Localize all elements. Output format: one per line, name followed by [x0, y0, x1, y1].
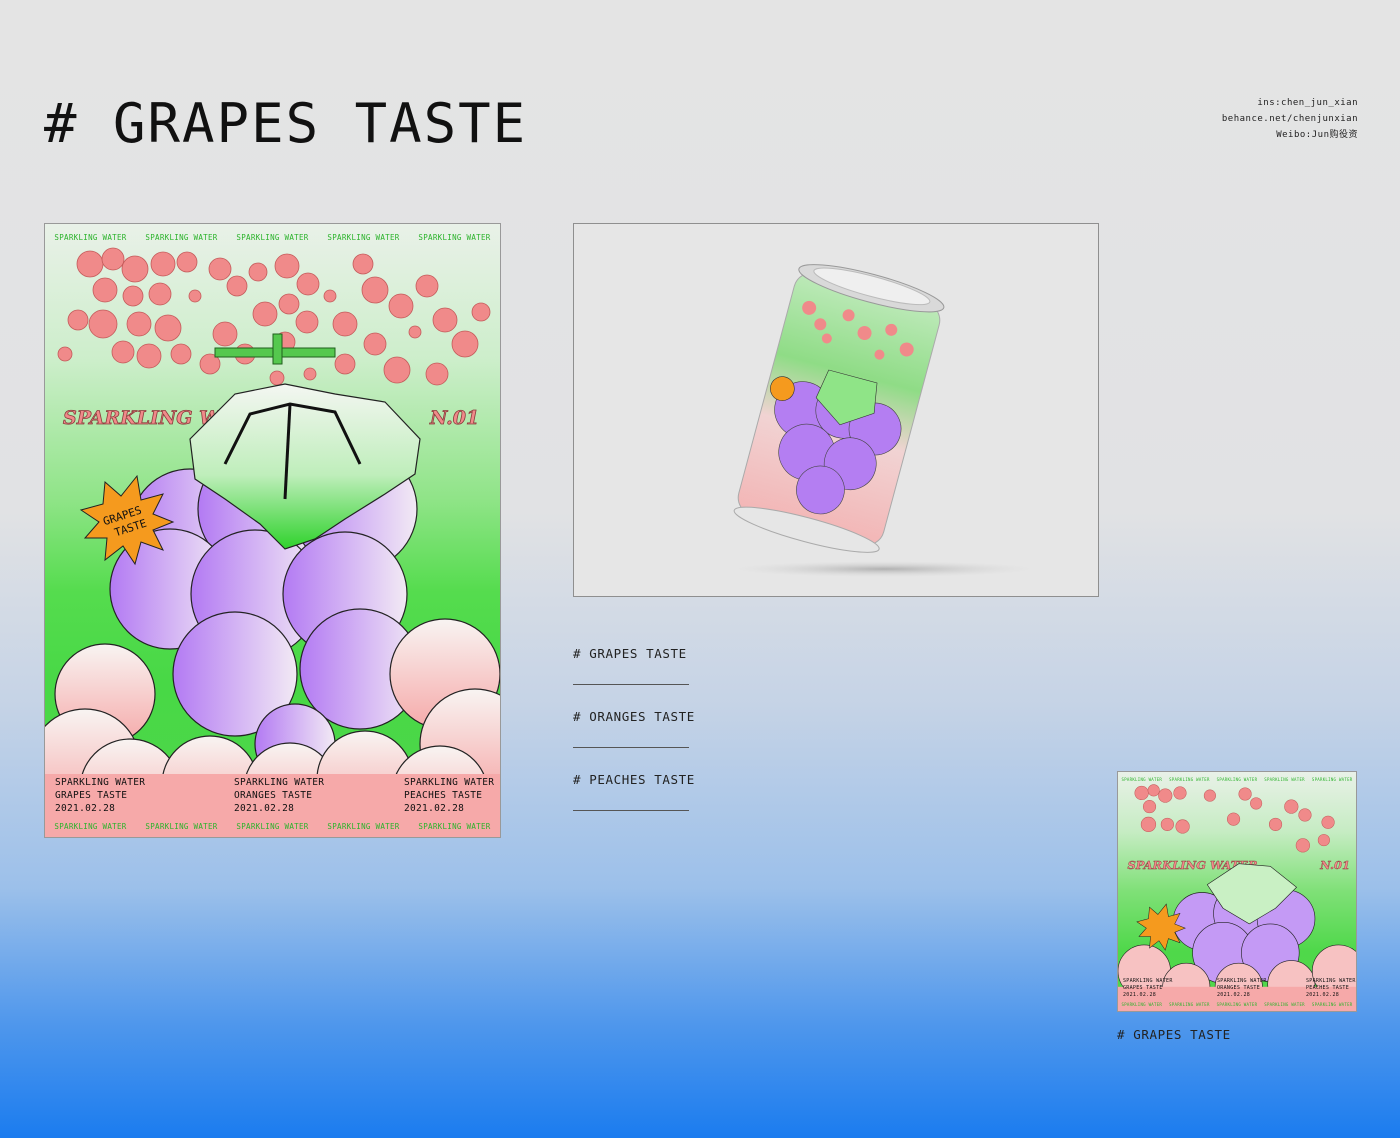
- credit-weibo[interactable]: Weibo:Jun购役资: [1222, 127, 1358, 143]
- menu-item-oranges[interactable]: # ORANGES TASTE: [573, 707, 694, 770]
- credits: ins:chen_jun_xian behance.net/chenjunxia…: [1222, 95, 1358, 143]
- thumb-bottom-strip: SPARKLING WATER SPARKLING WATER SPARKLING…: [1121, 1002, 1353, 1007]
- strip-label: SPARKLING WATER: [54, 822, 127, 831]
- poster-caption-peaches: SPARKLING WATER PEACHES TASTE 2021.02.28: [404, 777, 495, 814]
- can-mockup: [733, 264, 1034, 577]
- credit-instagram[interactable]: ins:chen_jun_xian: [1222, 95, 1358, 111]
- poster-artwork[interactable]: SPARKLING WATER SPARKLING WATER SPARKLIN…: [44, 223, 501, 838]
- menu-item-grapes[interactable]: # GRAPES TASTE: [573, 644, 689, 707]
- can-mockup-frame[interactable]: [573, 223, 1099, 597]
- credit-behance[interactable]: behance.net/chenjunxian: [1222, 111, 1358, 127]
- thumbnail-label: # GRAPES TASTE: [1117, 1027, 1231, 1042]
- strip-label: SPARKLING WATER: [145, 822, 218, 831]
- poster-bottom-strip: SPARKLING WATER SPARKLING WATER SPARKLIN…: [45, 822, 500, 831]
- poster-illustration: SPARKLING WATER N.01 GRAPES TASTE: [45, 247, 500, 837]
- strip-label: SPARKLING WATER: [236, 822, 309, 831]
- poster-caption-oranges: SPARKLING WATER ORANGES TASTE 2021.02.28: [234, 777, 325, 814]
- thumb-caption-oranges: SPARKLING WATER ORANGES TASTE 2021.02.28: [1217, 978, 1267, 998]
- poster-caption-grapes: SPARKLING WATER GRAPES TASTE 2021.02.28: [55, 777, 146, 814]
- menu-item-peaches[interactable]: # PEACHES TASTE: [573, 770, 694, 833]
- thumb-illustration: SPARKLING WATER N.01: [1118, 784, 1356, 1011]
- taste-menu: # GRAPES TASTE # ORANGES TASTE # PEACHES…: [573, 644, 694, 833]
- page-title: # GRAPES TASTE: [44, 92, 528, 155]
- strip-label: SPARKLING WATER: [327, 822, 400, 831]
- poster-number: N.01: [429, 407, 479, 429]
- strip-label: SPARKLING WATER: [418, 822, 491, 831]
- thumb-caption-peaches: SPARKLING WATER PEACHES TASTE 2021.02.28: [1306, 978, 1356, 998]
- poster-thumbnail[interactable]: SPARKLING WATER SPARKLING WATER SPARKLING…: [1117, 771, 1357, 1012]
- thumb-caption-grapes: SPARKLING WATER GRAPES TASTE 2021.02.28: [1123, 978, 1173, 998]
- svg-text:N.01: N.01: [1319, 858, 1350, 872]
